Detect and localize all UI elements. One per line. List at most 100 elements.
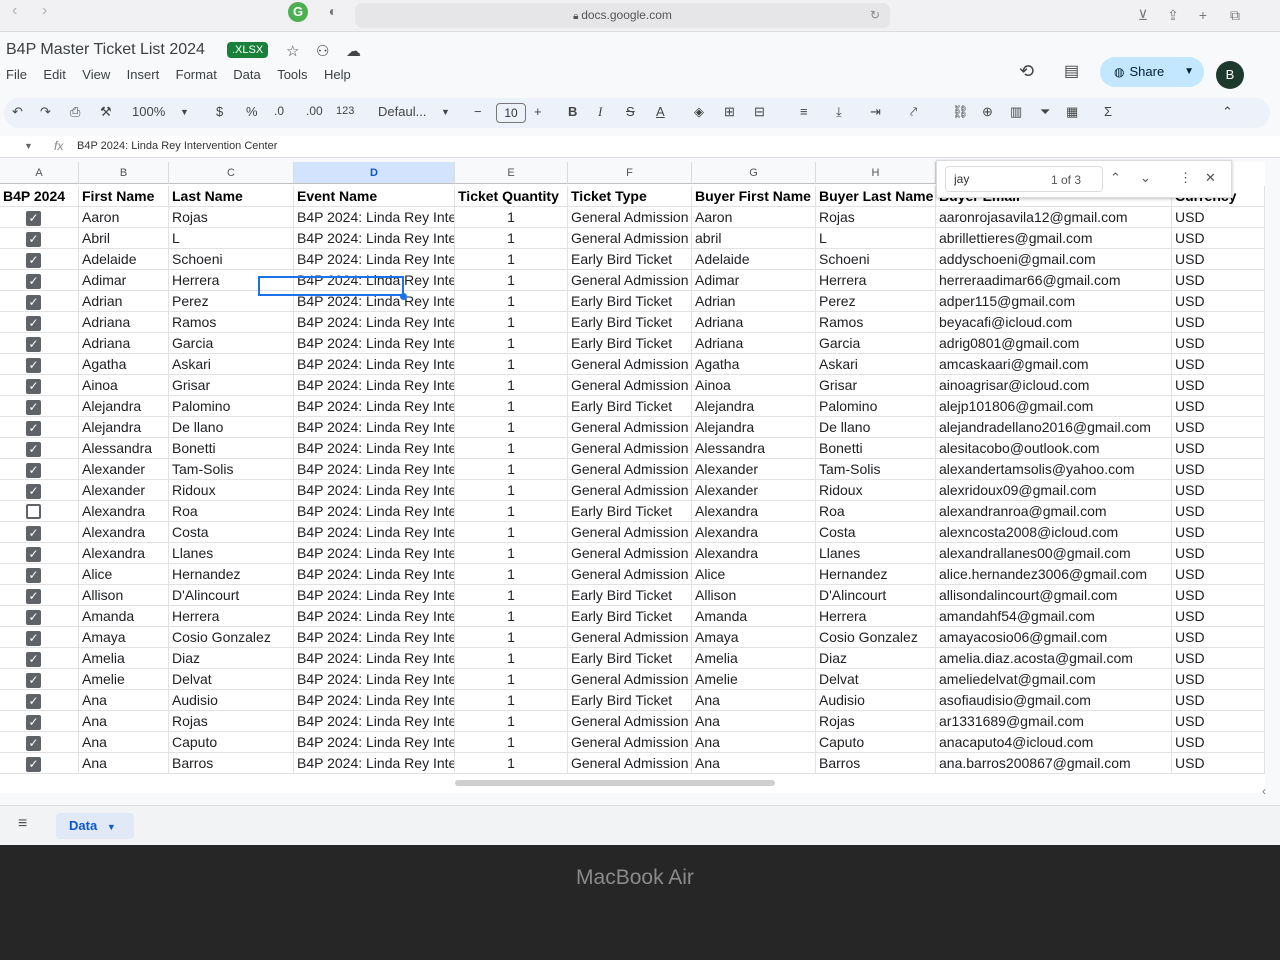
ticket-quantity-cell[interactable]: 1	[455, 270, 568, 291]
currency-cell[interactable]: USD	[1172, 396, 1265, 417]
horizontal-scrollbar[interactable]	[455, 780, 775, 786]
buyer-email-cell[interactable]: aaronrojasavila12@gmail.com	[936, 207, 1172, 228]
first-name-cell[interactable]: Aaron	[79, 207, 169, 228]
link-icon[interactable]: ⛓	[952, 104, 969, 120]
currency-cell[interactable]: USD	[1172, 459, 1265, 480]
print-icon[interactable]: ⎙	[70, 104, 80, 120]
ticket-type-cell[interactable]: Early Bird Ticket	[568, 249, 692, 270]
cloud-status-icon[interactable]: ☁	[346, 42, 361, 60]
buyer-first-name-cell[interactable]: Adimar	[692, 270, 816, 291]
buyer-last-name-cell[interactable]: Ridoux	[816, 480, 936, 501]
ticket-quantity-cell[interactable]: 1	[455, 522, 568, 543]
horizontal-align-icon[interactable]: ≡	[800, 104, 808, 119]
buyer-last-name-cell[interactable]: Garcia	[816, 333, 936, 354]
percent-format-button[interactable]: %	[246, 104, 258, 119]
event-name-cell[interactable]: B4P 2024: Linda Rey Inte	[294, 753, 455, 774]
share-sheet-icon[interactable]: ⇪	[1164, 6, 1182, 24]
currency-cell[interactable]: USD	[1172, 228, 1265, 249]
currency-cell[interactable]: USD	[1172, 522, 1265, 543]
first-name-cell[interactable]: Ana	[79, 732, 169, 753]
ticket-quantity-cell[interactable]: 1	[455, 627, 568, 648]
first-name-cell[interactable]: Ana	[79, 753, 169, 774]
chevron-down-icon[interactable]: ▼	[107, 822, 116, 832]
buyer-email-cell[interactable]: addyschoeni@gmail.com	[936, 249, 1172, 270]
column-header-f[interactable]: F	[568, 162, 692, 184]
event-name-cell[interactable]: B4P 2024: Linda Rey Inte	[294, 606, 455, 627]
ticket-type-cell[interactable]: General Admission	[568, 522, 692, 543]
close-icon[interactable]: ✕	[1205, 170, 1216, 186]
buyer-first-name-cell[interactable]: Alice	[692, 564, 816, 585]
last-name-cell[interactable]: Herrera	[169, 606, 294, 627]
column-header-d[interactable]: D	[294, 162, 455, 184]
buyer-email-cell[interactable]: beyacafi@icloud.com	[936, 312, 1172, 333]
buyer-email-cell[interactable]: alejp101806@gmail.com	[936, 396, 1172, 417]
ticket-type-cell[interactable]: Early Bird Ticket	[568, 291, 692, 312]
last-name-cell[interactable]: De llano	[169, 417, 294, 438]
buyer-first-name-cell[interactable]: Ainoa	[692, 375, 816, 396]
event-name-cell[interactable]: B4P 2024: Linda Rey Inte	[294, 564, 455, 585]
last-name-cell[interactable]: Tam-Solis	[169, 459, 294, 480]
buyer-first-name-cell[interactable]: Alexander	[692, 480, 816, 501]
checkbox[interactable]: ✓	[26, 463, 41, 478]
buyer-first-name-cell[interactable]: Adelaide	[692, 249, 816, 270]
more-options-icon[interactable]: ⋮	[1179, 170, 1192, 186]
ticket-quantity-cell[interactable]: 1	[455, 711, 568, 732]
buyer-last-name-cell[interactable]: Diaz	[816, 648, 936, 669]
header-cell[interactable]: Last Name	[169, 186, 294, 207]
first-name-cell[interactable]: Alexandra	[79, 543, 169, 564]
buyer-first-name-cell[interactable]: Amelie	[692, 669, 816, 690]
ticket-quantity-cell[interactable]: 1	[455, 354, 568, 375]
ticket-type-cell[interactable]: Early Bird Ticket	[568, 606, 692, 627]
checkbox[interactable]: ✓	[26, 253, 41, 268]
event-name-cell[interactable]: B4P 2024: Linda Rey Inte	[294, 711, 455, 732]
buyer-last-name-cell[interactable]: Audisio	[816, 690, 936, 711]
currency-cell[interactable]: USD	[1172, 669, 1265, 690]
ticket-quantity-cell[interactable]: 1	[455, 207, 568, 228]
last-name-cell[interactable]: Barros	[169, 753, 294, 774]
ticket-quantity-cell[interactable]: 1	[455, 501, 568, 522]
move-to-folder-icon[interactable]: ⚇	[316, 42, 329, 60]
header-cell[interactable]: Event Name	[294, 186, 455, 207]
last-name-cell[interactable]: Diaz	[169, 648, 294, 669]
ticket-quantity-cell[interactable]: 1	[455, 291, 568, 312]
event-name-cell[interactable]: B4P 2024: Linda Rey Inte	[294, 228, 455, 249]
first-name-cell[interactable]: Ana	[79, 711, 169, 732]
currency-cell[interactable]: USD	[1172, 480, 1265, 501]
buyer-email-cell[interactable]: amelia.diaz.acosta@gmail.com	[936, 648, 1172, 669]
checkbox[interactable]: ✓	[26, 442, 41, 457]
buyer-email-cell[interactable]: adrig0801@gmail.com	[936, 333, 1172, 354]
event-name-cell[interactable]: B4P 2024: Linda Rey Inte	[294, 438, 455, 459]
currency-cell[interactable]: USD	[1172, 291, 1265, 312]
currency-cell[interactable]: USD	[1172, 354, 1265, 375]
event-name-cell[interactable]: B4P 2024: Linda Rey Inte	[294, 732, 455, 753]
last-name-cell[interactable]: Cosio Gonzalez	[169, 627, 294, 648]
buyer-last-name-cell[interactable]: Delvat	[816, 669, 936, 690]
buyer-email-cell[interactable]: alice.hernandez3006@gmail.com	[936, 564, 1172, 585]
ticket-type-cell[interactable]: General Admission	[568, 711, 692, 732]
first-name-cell[interactable]: Alexandra	[79, 522, 169, 543]
ticket-quantity-cell[interactable]: 1	[455, 312, 568, 333]
increase-decimal-button[interactable]: .00	[306, 104, 323, 118]
last-name-cell[interactable]: Hernandez	[169, 564, 294, 585]
avatar[interactable]: B	[1216, 61, 1244, 89]
ticket-type-cell[interactable]: Early Bird Ticket	[568, 501, 692, 522]
header-cell[interactable]: Ticket Quantity	[455, 186, 568, 207]
first-name-cell[interactable]: Alexandra	[79, 501, 169, 522]
paint-format-icon[interactable]: ⚒	[100, 104, 112, 120]
ticket-quantity-cell[interactable]: 1	[455, 732, 568, 753]
last-name-cell[interactable]: Costa	[169, 522, 294, 543]
ticket-type-cell[interactable]: General Admission	[568, 564, 692, 585]
last-name-cell[interactable]: Roa	[169, 501, 294, 522]
buyer-last-name-cell[interactable]: De llano	[816, 417, 936, 438]
buyer-last-name-cell[interactable]: L	[816, 228, 936, 249]
buyer-email-cell[interactable]: ana.barros200867@gmail.com	[936, 753, 1172, 774]
buyer-email-cell[interactable]: abrillettieres@gmail.com	[936, 228, 1172, 249]
buyer-last-name-cell[interactable]: D'Alincourt	[816, 585, 936, 606]
buyer-email-cell[interactable]: allisondalincourt@gmail.com	[936, 585, 1172, 606]
buyer-first-name-cell[interactable]: Adriana	[692, 312, 816, 333]
event-name-cell[interactable]: B4P 2024: Linda Rey Inte	[294, 501, 455, 522]
event-name-cell[interactable]: B4P 2024: Linda Rey Inte	[294, 333, 455, 354]
ticket-type-cell[interactable]: General Admission	[568, 543, 692, 564]
spreadsheet-grid[interactable]: ABCDEFGH B4P 2024 First Name Last Name Even…	[0, 162, 1265, 793]
header-cell[interactable]: Buyer Last Name	[816, 186, 936, 207]
